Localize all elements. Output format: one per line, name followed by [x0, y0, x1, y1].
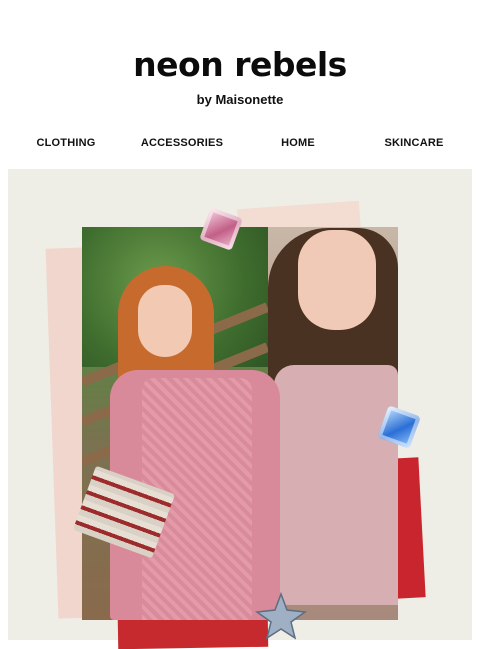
silver-star-icon	[254, 592, 308, 640]
nav-item-home[interactable]: HOME	[281, 137, 315, 149]
brand-logo[interactable]: neon rebels by Maisonette	[0, 45, 480, 108]
category-nav: CLOTHING ACCESSORIES HOME SKINCARE	[0, 137, 480, 153]
model-right-face	[298, 230, 376, 330]
nav-item-clothing[interactable]: CLOTHING	[36, 137, 95, 149]
model-right-cardigan	[274, 365, 398, 605]
model-left-face	[138, 285, 192, 357]
brand-title: neon rebels	[133, 45, 347, 84]
collage-paper-red-bottom	[117, 616, 269, 649]
nav-item-accessories[interactable]: ACCESSORIES	[141, 137, 223, 149]
brand-subtitle: by Maisonette	[196, 92, 284, 107]
nav-item-skincare[interactable]: SKINCARE	[384, 137, 443, 149]
